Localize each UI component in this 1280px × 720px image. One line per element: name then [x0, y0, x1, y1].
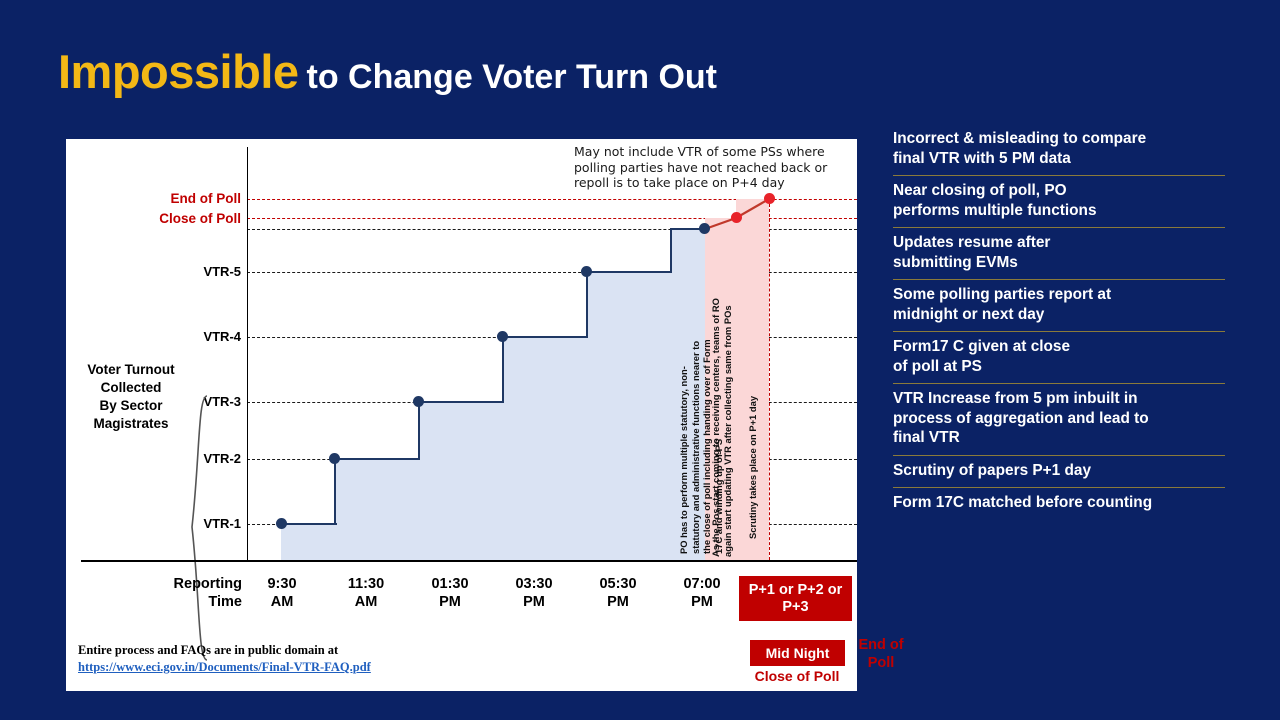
stepline-h1 [281, 523, 337, 526]
ylabel-vtr5: VTR-5 [203, 264, 241, 279]
key-points-list: Incorrect & misleading to compare final V… [893, 124, 1225, 520]
xtick-0530-ampm: PM [607, 594, 629, 610]
xtick-1130: 11:30 AM [328, 575, 404, 611]
xtick-1130-time: 11:30 [347, 576, 385, 592]
datapoint-1130[interactable] [329, 453, 340, 464]
ylabel-close-of-poll: Close of Poll [159, 211, 241, 226]
datapoint-endofpoll[interactable] [764, 193, 775, 204]
xtick-0330-ampm: PM [523, 594, 545, 610]
xtick-0530: 05:30 PM [580, 575, 656, 611]
list-item: Updates resume after submitting EVMs [893, 234, 1051, 271]
area-fill-step2 [335, 459, 419, 560]
stepline-v2 [418, 401, 421, 460]
list-item: VTR Increase from 5 pm inbuilt in process… [893, 390, 1149, 446]
end-of-poll-caption: End of Poll [858, 637, 904, 671]
stepline-v3 [502, 336, 505, 403]
page-title: Impossible to Change Voter Turn Out [58, 44, 717, 99]
title-emphasis: Impossible [58, 45, 299, 98]
faq-link[interactable]: https://www.eci.gov.in/Documents/Final-V… [78, 660, 371, 674]
xtick-0330-time: 03:30 [515, 576, 553, 592]
xtick-0700-time: 07:00 [683, 576, 721, 592]
datapoint-0530[interactable] [581, 266, 592, 277]
xtick-1130-ampm: AM [354, 594, 378, 610]
area-fill-step3 [419, 402, 503, 560]
list-item: Form17 C given at close of poll at PS [893, 338, 1071, 375]
datapoint-0330[interactable] [497, 331, 508, 342]
x-axis-title: Reporting Time [173, 576, 242, 610]
xtick-0130-time: 01:30 [431, 576, 469, 592]
xtick-0930-ampm: AM [270, 594, 294, 610]
ylabel-vtr4: VTR-4 [203, 329, 241, 344]
xtick-0700: 07:00 PM [664, 575, 740, 611]
annotation-ro-updating: As the Pos start coming to receiving cen… [710, 298, 733, 557]
xtick-0530-time: 05:30 [599, 576, 637, 592]
stepline-h5 [586, 271, 672, 274]
list-item: Near closing of poll, PO performs multipl… [893, 182, 1097, 219]
xtick-0700-ampm: PM [691, 594, 713, 610]
area-fill-step1 [281, 524, 335, 560]
title-rest: to Change Voter Turn Out [306, 58, 718, 96]
ylabel-end-of-poll: End of Poll [170, 191, 242, 206]
y-axis-divider-line [247, 147, 248, 562]
list-item: Incorrect & misleading to compare final V… [893, 130, 1147, 167]
stepline-h3 [418, 401, 504, 404]
stepline-v1 [334, 458, 337, 525]
stepline-v4 [586, 271, 589, 338]
stepline-h4 [502, 336, 588, 339]
area-fill-step4 [503, 337, 587, 560]
x-axis-labels: Reporting Time 9:30 AM 11:30 AM 01:30 PM … [66, 563, 904, 684]
xtick-0330: 03:30 PM [496, 575, 572, 611]
datapoint-midnight[interactable] [731, 212, 742, 223]
list-item: Form 17C matched before counting [893, 494, 1153, 511]
y-axis-group-label: Voter Turnout Collected By Sector Magistrat… [87, 362, 175, 431]
close-of-poll-caption: Close of Poll [754, 668, 840, 684]
stepline-v5 [670, 228, 673, 273]
chart-panel: May not include VTR of some PSs where po… [66, 139, 904, 691]
vgrid-endofpoll [769, 199, 770, 560]
xtick-0130: 01:30 PM [412, 575, 488, 611]
stepline-h2 [334, 458, 420, 461]
datapoint-0700[interactable] [699, 223, 710, 234]
area-fill-step5 [587, 272, 671, 560]
midnight-box[interactable]: Mid Night [750, 640, 845, 666]
xtick-0930: 9:30 AM [244, 575, 320, 611]
datapoint-0930[interactable] [276, 518, 287, 529]
datapoint-0130[interactable] [413, 396, 424, 407]
list-item: Some polling parties report at midnight o… [893, 286, 1112, 323]
annotation-scrutiny: Scrutiny takes place on P+1 day [747, 395, 758, 539]
x-axis-line [81, 560, 857, 562]
footer-note: Entire process and FAQs are in public do… [78, 642, 578, 676]
late-reporting-box[interactable]: P+1 or P+2 or P+3 [739, 576, 852, 621]
xtick-0130-ampm: PM [439, 594, 461, 610]
list-item: Scrutiny of papers P+1 day [893, 461, 1092, 479]
xtick-0930-time: 9:30 [267, 576, 297, 592]
footer-text: Entire process and FAQs are in public do… [78, 643, 339, 657]
